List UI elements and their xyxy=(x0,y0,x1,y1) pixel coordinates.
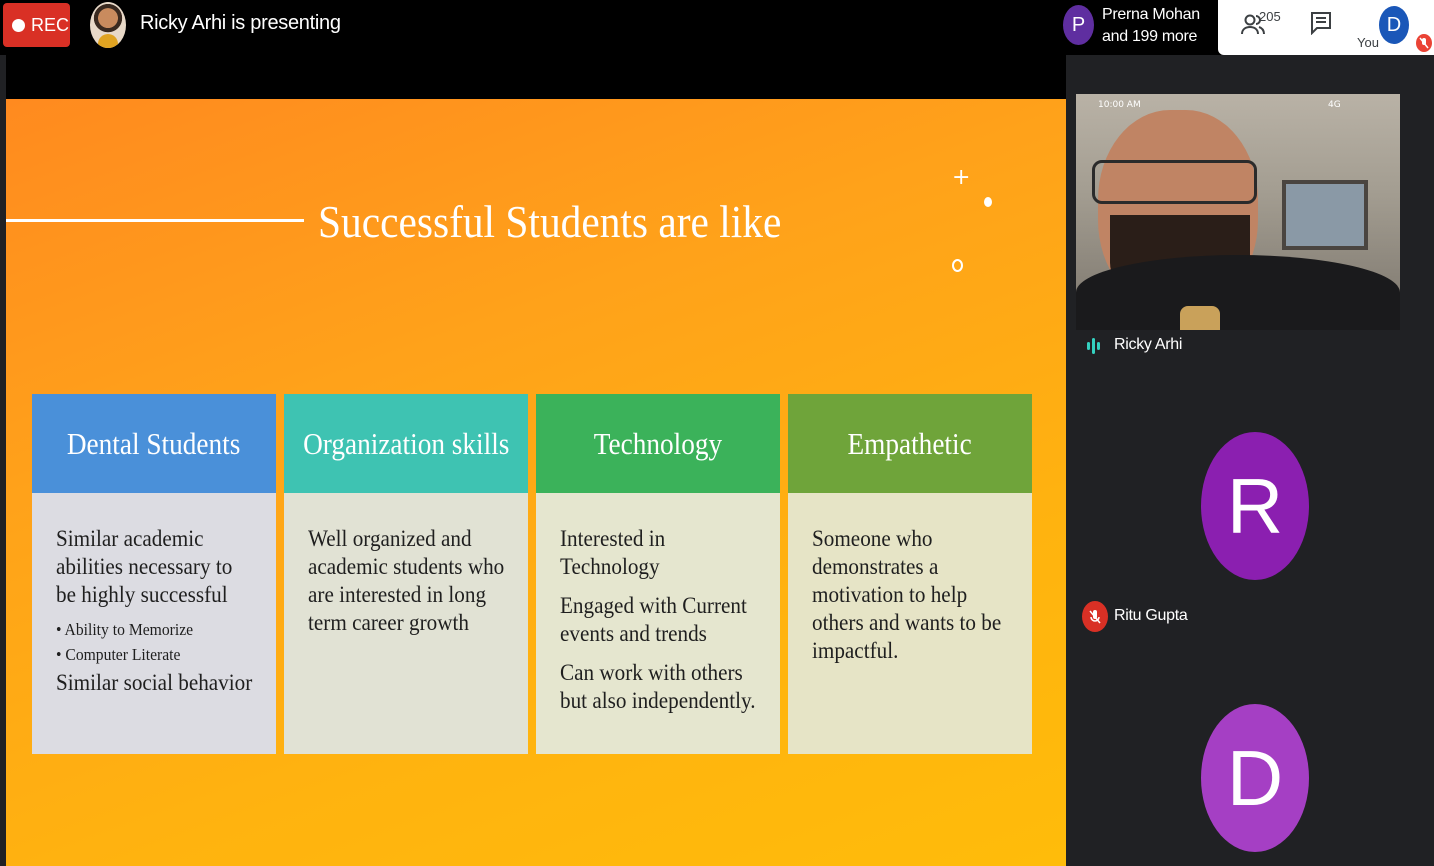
presenting-text: Ricky Arhi is presenting xyxy=(140,12,341,34)
video-status-time: 10:00 AM xyxy=(1098,100,1141,110)
card-text: Well organized and academic students who… xyxy=(308,526,505,635)
card-text: Interested in Technology xyxy=(560,526,666,579)
card-body: Interested in Technology Engaged with Cu… xyxy=(536,493,780,754)
sparkle-plus-icon: + xyxy=(952,165,971,190)
card-text: Similar social behavior xyxy=(56,670,253,695)
record-dot-icon xyxy=(12,18,25,32)
card-technology: Technology Interested in Technology Enga… xyxy=(536,394,780,754)
participants-summary-more: and 199 more xyxy=(1102,28,1198,45)
card-heading: Organization skills xyxy=(284,394,528,493)
participant-name-ritu: Ritu Gupta xyxy=(1114,607,1188,624)
self-label: You xyxy=(1357,35,1379,50)
card-body: Well organized and academic students who… xyxy=(284,493,528,754)
recording-indicator: REC xyxy=(3,3,70,47)
bullet-item: Computer Literate xyxy=(56,642,238,667)
video-status-signal: 4G xyxy=(1328,100,1341,110)
people-count: 205 xyxy=(1259,9,1281,24)
chat-icon[interactable] xyxy=(1310,11,1332,35)
wall-picture xyxy=(1282,180,1368,250)
card-text: Can work with others but also independen… xyxy=(560,660,756,713)
mic-off-icon[interactable] xyxy=(1416,34,1432,52)
rec-label: REC xyxy=(31,14,70,35)
card-text: Similar academic abilities necessary to … xyxy=(56,526,233,607)
presentation-letterbox xyxy=(6,55,1066,100)
mic-off-icon xyxy=(1082,601,1108,632)
decor-dot-icon xyxy=(984,197,992,207)
presenter-avatar xyxy=(90,2,126,48)
card-heading: Technology xyxy=(536,394,780,493)
participant-name-ricky: Ricky Arhi xyxy=(1114,336,1183,353)
card-dental-students: Dental Students Similar academic abiliti… xyxy=(32,394,276,754)
card-bullets: Ability to Memorize Computer Literate xyxy=(56,617,254,667)
presenter-tie xyxy=(1180,306,1220,330)
card-empathetic: Empathetic Someone who demonstrates a mo… xyxy=(788,394,1032,754)
title-rule xyxy=(6,219,304,222)
participant-avatar-prerna[interactable]: P xyxy=(1063,5,1094,45)
slide-title: Successful Students are like xyxy=(318,196,782,247)
decor-ring-icon xyxy=(952,259,963,272)
presentation-slide: Successful Students are like + Dental St… xyxy=(6,99,1066,866)
card-text: Someone who demonstrates a motivation to… xyxy=(812,526,1002,663)
card-body: Similar academic abilities necessary to … xyxy=(32,493,276,754)
participant-avatar-ritu[interactable]: R xyxy=(1201,432,1309,580)
speaking-indicator-icon xyxy=(1087,337,1103,355)
participants-summary-name: Prerna Mohan xyxy=(1102,6,1200,23)
bullet-item: Ability to Memorize xyxy=(56,617,238,642)
presenter-glasses xyxy=(1092,160,1257,204)
card-organization-skills: Organization skills Well organized and a… xyxy=(284,394,528,754)
card-heading: Empathetic xyxy=(788,394,1032,493)
self-avatar[interactable]: D xyxy=(1379,6,1409,44)
participants-summary[interactable]: Prerna Mohan and 199 more xyxy=(1102,4,1200,48)
presenter-suit xyxy=(1076,255,1400,330)
participant-avatar-d[interactable]: D xyxy=(1201,704,1309,852)
card-text: Engaged with Current events and trends xyxy=(560,593,747,646)
card-body: Someone who demonstrates a motivation to… xyxy=(788,493,1032,754)
card-heading: Dental Students xyxy=(32,394,276,493)
